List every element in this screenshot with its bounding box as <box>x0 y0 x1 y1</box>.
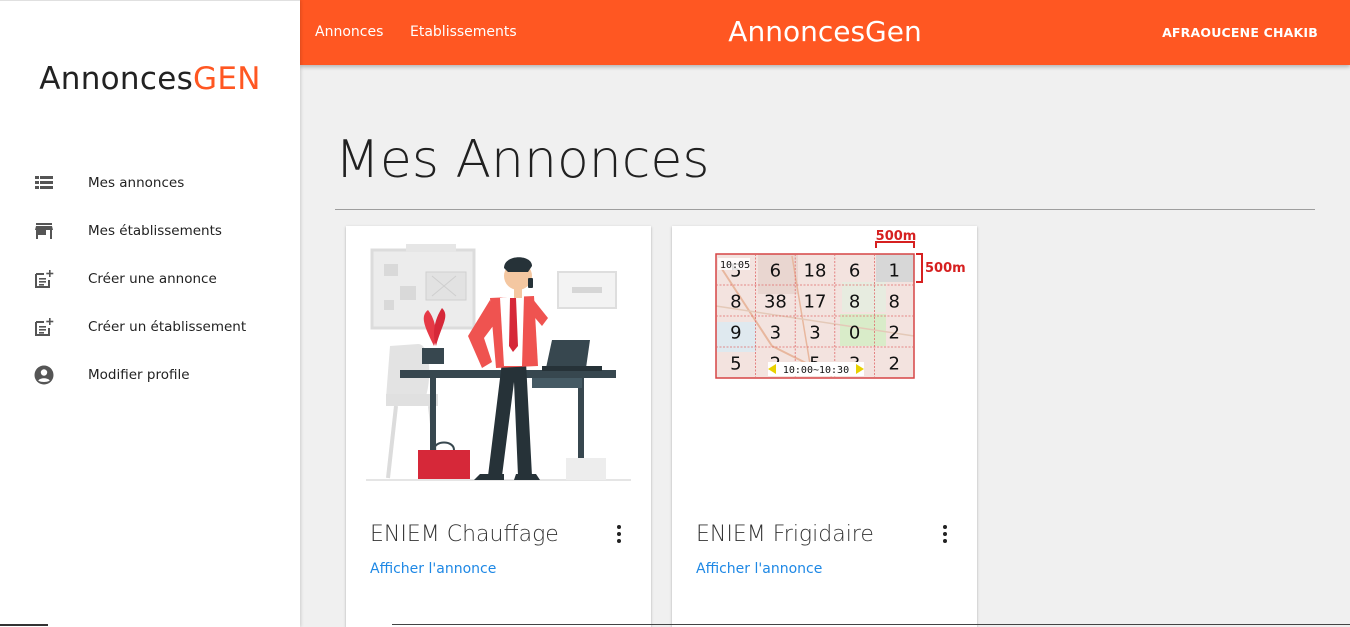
map-grid-cell-value: 6 <box>849 261 860 282</box>
sidebar-nav: Mes annonces Mes établissements Créer un… <box>0 159 300 399</box>
map-scale-right: 500m <box>925 261 966 276</box>
card-title: ENIEM Chauffage <box>370 522 559 547</box>
annonce-card: 56186183817889330252532 500m 500m 10:05 … <box>672 226 977 627</box>
brand-prefix: Annonces <box>39 61 194 97</box>
map-grid-cell-value: 5 <box>730 354 741 375</box>
card-image-grid-map: 56186183817889330252532 500m 500m 10:05 … <box>672 226 977 486</box>
card-image-office-illustration <box>346 226 651 486</box>
map-grid-cell-value: 3 <box>770 323 781 344</box>
map-grid-cell-value: 0 <box>849 323 860 344</box>
sidebar-item-label: Créer un établissement <box>88 319 247 335</box>
sidebar: AnnoncesGEN Mes annonces Mes établisseme… <box>0 0 300 627</box>
store-icon <box>34 221 54 241</box>
sidebar-item-mes-etablissements[interactable]: Mes établissements <box>0 207 300 255</box>
sidebar-item-mes-annonces[interactable]: Mes annonces <box>0 159 300 207</box>
post-add-icon <box>34 317 54 337</box>
map-grid-cell-value: 8 <box>849 292 860 313</box>
more-vert-icon[interactable] <box>937 524 953 544</box>
sidebar-item-modifier-profile[interactable]: Modifier profile <box>0 351 300 399</box>
sidebar-item-label: Créer une annonce <box>88 271 217 287</box>
map-time-range: 10:00~10:30 <box>783 365 849 376</box>
map-grid-cell-value: 18 <box>804 261 827 282</box>
show-annonce-link[interactable]: Afficher l'annonce <box>370 561 496 577</box>
user-name[interactable]: AFRAOUCENE CHAKIB <box>1162 25 1318 40</box>
card-title: ENIEM Frigidaire <box>696 522 874 547</box>
top-navbar: Annonces Etablissements AnnoncesGen AFRA… <box>300 0 1350 65</box>
title-divider <box>335 209 1315 210</box>
map-grid-cell-value: 1 <box>888 261 899 282</box>
sidebar-item-creer-etablissement[interactable]: Créer un établissement <box>0 303 300 351</box>
map-grid-cell-value: 8 <box>730 292 741 313</box>
map-grid-cell-value: 17 <box>804 292 827 313</box>
brand-suffix: GEN <box>193 61 261 97</box>
map-grid-cell-value: 38 <box>764 292 787 313</box>
sidebar-item-label: Modifier profile <box>88 367 190 383</box>
map-grid-cell-value: 3 <box>809 323 820 344</box>
bottom-edge-line <box>0 624 48 626</box>
sidebar-item-label: Mes annonces <box>88 175 185 191</box>
map-grid-cell-value: 2 <box>888 323 899 344</box>
list-icon <box>34 173 54 193</box>
bottom-edge-line <box>392 624 1350 625</box>
map-grid-cell-value: 6 <box>770 261 781 282</box>
post-add-icon <box>34 269 54 289</box>
account-circle-icon <box>34 365 54 385</box>
sidebar-item-creer-annonce[interactable]: Créer une annonce <box>0 255 300 303</box>
more-vert-icon[interactable] <box>611 524 627 544</box>
nav-link-annonces[interactable]: Annonces <box>315 24 383 40</box>
show-annonce-link[interactable]: Afficher l'annonce <box>696 561 822 577</box>
sidebar-brand: AnnoncesGEN <box>0 61 300 97</box>
map-time-top: 10:05 <box>720 260 750 271</box>
page-title: Mes Annonces <box>335 130 710 190</box>
nav-link-etablissements[interactable]: Etablissements <box>410 24 517 40</box>
map-grid-cell-value: 9 <box>730 323 741 344</box>
map-grid-cell-value: 2 <box>888 354 899 375</box>
annonce-card: ENIEM Chauffage Afficher l'annonce <box>346 226 651 627</box>
map-scale-top: 500m <box>876 229 917 244</box>
sidebar-item-label: Mes établissements <box>88 223 222 239</box>
map-grid-cell-value: 8 <box>888 292 899 313</box>
